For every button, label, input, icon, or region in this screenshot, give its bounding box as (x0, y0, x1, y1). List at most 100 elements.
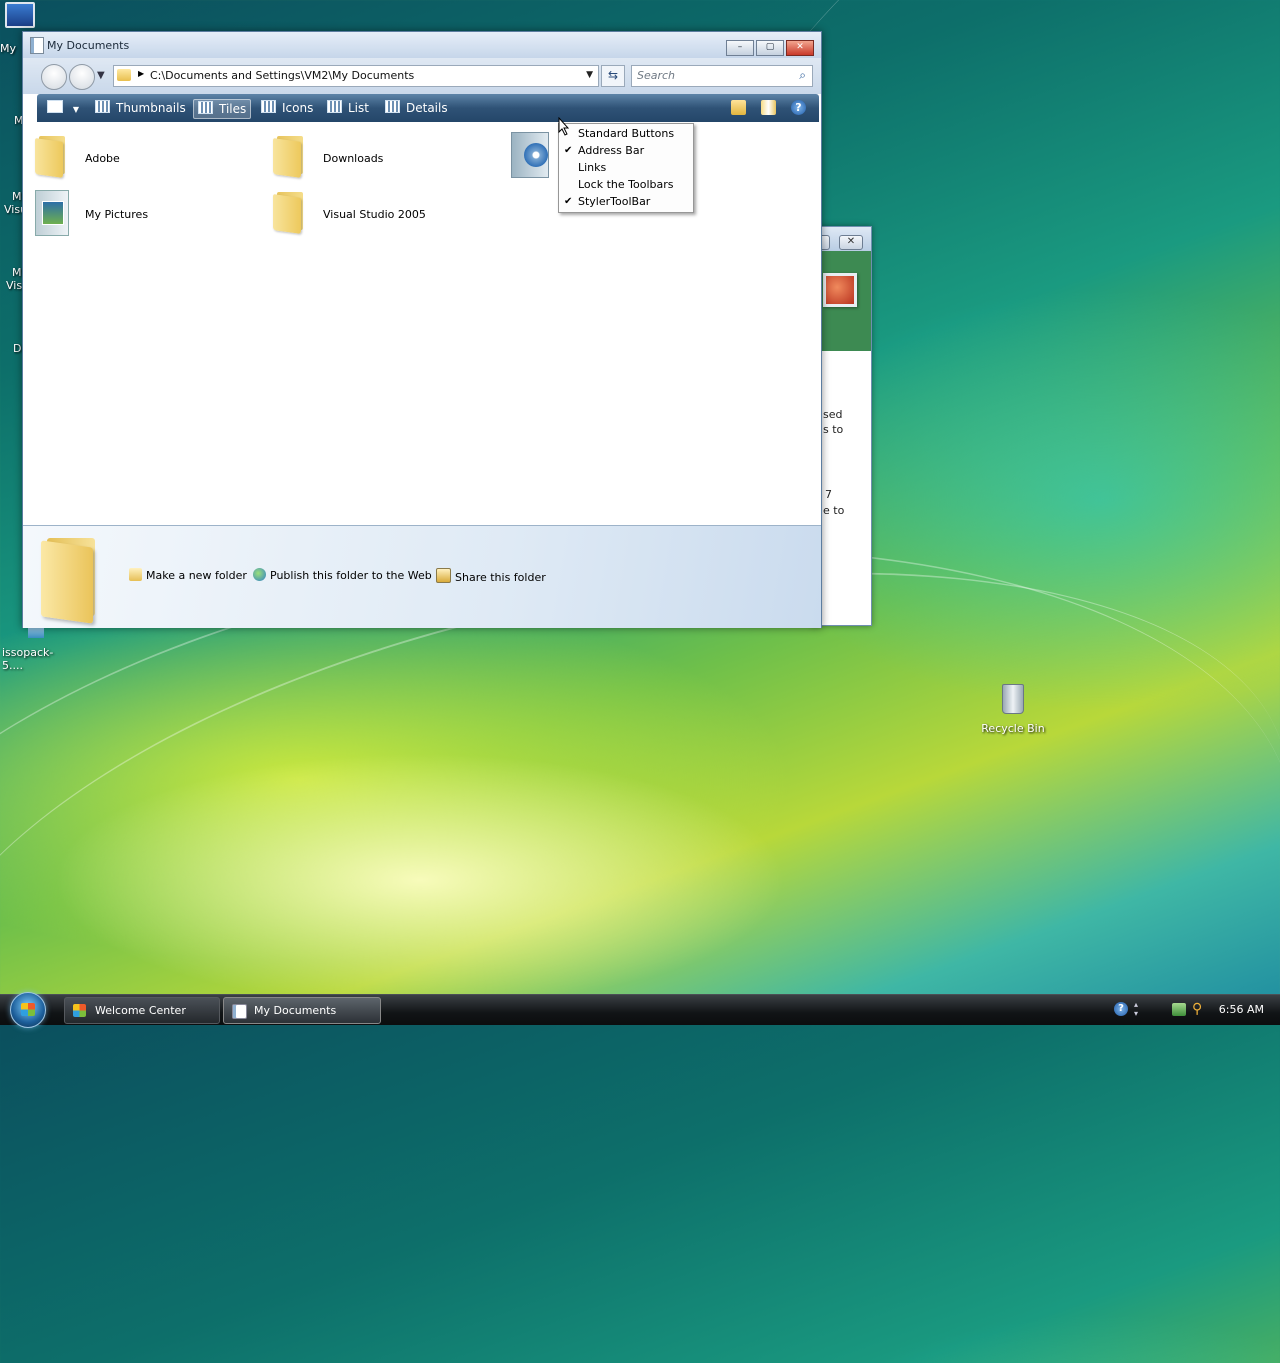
search-icon[interactable]: ⌕ (799, 68, 806, 83)
address-dropdown-icon[interactable]: ▼ (586, 70, 593, 80)
folder-tile[interactable]: Visual Studio 2005 (273, 190, 473, 238)
folder-icon (117, 69, 131, 81)
desktop-icon-issopack[interactable]: issopack-5.... (2, 626, 72, 672)
desktop-icon-label: Recycle Bin (981, 722, 1045, 735)
view-details-button[interactable]: Details (385, 99, 448, 117)
checkmark-icon: ✔ (564, 196, 573, 207)
menu-item-label: Links (578, 161, 607, 174)
thumbnails-icon (95, 100, 110, 113)
start-button[interactable] (10, 992, 46, 1028)
tray-expand-icon[interactable]: ▴ ▾ (1134, 1000, 1142, 1018)
task-label: Share this folder (455, 571, 546, 584)
file-list[interactable]: Adobe Downloads My Pictures Visual Studi… (23, 122, 821, 525)
view-label: Details (406, 101, 448, 115)
view-label: List (348, 101, 369, 115)
view-tiles-button[interactable]: Tiles (193, 99, 252, 119)
address-path: C:\Documents and Settings\VM2\My Documen… (150, 69, 415, 82)
checkmark-icon: ✔ (564, 145, 573, 156)
minimize-button[interactable]: – (726, 40, 754, 56)
background-window-text: e to (823, 504, 845, 517)
window-titlebar[interactable]: My Documents – ▢ ✕ (23, 32, 821, 58)
folder-name: Adobe (85, 152, 120, 165)
background-window-close-button[interactable]: ✕ (839, 235, 863, 250)
address-bar[interactable]: ▶ C:\Documents and Settings\VM2\My Docum… (113, 65, 599, 87)
taskbar-button-label: My Documents (254, 1004, 337, 1017)
folder-name: Visual Studio 2005 (323, 208, 426, 221)
folder-icon (273, 134, 309, 178)
menu-item-links[interactable]: Links (559, 159, 693, 176)
new-folder-icon[interactable] (731, 100, 746, 115)
taskbar-button-label: Welcome Center (95, 1004, 186, 1017)
make-new-folder-link[interactable]: Make a new folder (129, 568, 247, 582)
folder-name: Downloads (323, 152, 384, 165)
window-title: My Documents (47, 39, 130, 52)
view-label: Thumbnails (116, 101, 186, 115)
breadcrumb-arrow-icon[interactable]: ▶ (138, 69, 144, 78)
search-input[interactable]: Search ⌕ (631, 65, 813, 87)
task-label: Publish this folder to the Web (270, 569, 432, 582)
menu-item-label: StylerToolBar (578, 195, 651, 208)
view-icons-button[interactable]: Icons (261, 99, 313, 117)
publish-folder-link[interactable]: Publish this folder to the Web (253, 568, 432, 582)
folder-icon (273, 190, 309, 234)
desktop-icon-recycle-bin[interactable]: Recycle Bin (978, 684, 1048, 735)
pictures-folder-icon (35, 190, 69, 236)
explorer-window[interactable]: My Documents – ▢ ✕ ▼ ▶ C:\Documents and … (22, 31, 822, 628)
address-row: ▼ ▶ C:\Documents and Settings\VM2\My Doc… (23, 58, 821, 94)
toolbar-context-menu: Standard Buttons ✔ Address Bar Links Loc… (558, 123, 694, 213)
recent-pages-dropdown[interactable]: ▼ (97, 70, 105, 81)
music-folder-icon (511, 132, 549, 178)
recycle-bin-icon (1002, 684, 1024, 714)
view-thumbnails-button[interactable]: Thumbnails (95, 99, 186, 117)
background-window-text: s to (823, 423, 844, 436)
computer-icon (5, 2, 35, 28)
desktop-label-fragment: D (13, 342, 22, 355)
welcome-center-icon (73, 1004, 86, 1017)
large-folder-icon (41, 536, 103, 624)
back-button[interactable] (41, 64, 67, 90)
share-icon (436, 568, 451, 583)
view-list-button[interactable]: List (327, 99, 369, 117)
help-icon[interactable]: ? (791, 100, 806, 115)
new-folder-icon (129, 568, 142, 581)
windows-logo-icon (21, 1003, 35, 1016)
folder-name: My Pictures (85, 208, 149, 221)
view-pane-icon (47, 100, 63, 113)
document-icon (232, 1004, 247, 1019)
document-icon (30, 37, 44, 54)
search-placeholder: Search (637, 69, 676, 82)
view-label: Tiles (219, 102, 247, 116)
share-folder-link[interactable]: Share this folder (436, 568, 546, 584)
details-icon (385, 100, 400, 113)
folder-tile[interactable]: Adobe (35, 134, 235, 182)
tiles-icon (198, 101, 213, 114)
taskbar-button-welcome-center[interactable]: Welcome Center (64, 997, 220, 1024)
views-menu-button[interactable]: ▼ (47, 99, 79, 117)
forward-button[interactable] (69, 64, 95, 90)
network-icon[interactable] (1172, 1003, 1186, 1016)
folder-options-icon[interactable] (761, 100, 776, 115)
taskbar-button-my-documents[interactable]: My Documents (223, 997, 381, 1024)
folder-tile[interactable] (511, 132, 559, 180)
task-label: Make a new folder (146, 569, 247, 582)
help-tray-icon[interactable]: ? (1114, 1002, 1128, 1016)
folder-icon (35, 134, 71, 178)
photo-thumbnail-icon (823, 273, 857, 307)
system-clock[interactable]: 6:56 AM (1219, 1003, 1264, 1016)
menu-item-address-bar[interactable]: ✔ Address Bar (559, 142, 693, 159)
folder-tile[interactable]: My Pictures (35, 190, 235, 238)
menu-item-lock-toolbars[interactable]: Lock the Toolbars (559, 176, 693, 193)
taskbar: Welcome Center My Documents ? ▴ ▾ ⚲ 6:56 … (0, 992, 1280, 1028)
view-label: Icons (282, 101, 314, 115)
close-button[interactable]: ✕ (786, 40, 814, 56)
desktop-icon-label: issopack-5.... (2, 646, 54, 672)
menu-item-stylertoolbar[interactable]: ✔ StylerToolBar (559, 193, 693, 210)
maximize-button[interactable]: ▢ (756, 40, 784, 56)
chevron-down-icon: ▼ (72, 105, 79, 114)
background-window-text: 7 (825, 488, 832, 501)
search-tray-icon[interactable]: ⚲ (1192, 1001, 1202, 1017)
folder-tile[interactable]: Downloads (273, 134, 473, 182)
refresh-button[interactable]: ⇆ (601, 65, 625, 87)
menu-item-standard-buttons[interactable]: Standard Buttons (559, 125, 693, 142)
background-window-text: sed (823, 408, 843, 421)
